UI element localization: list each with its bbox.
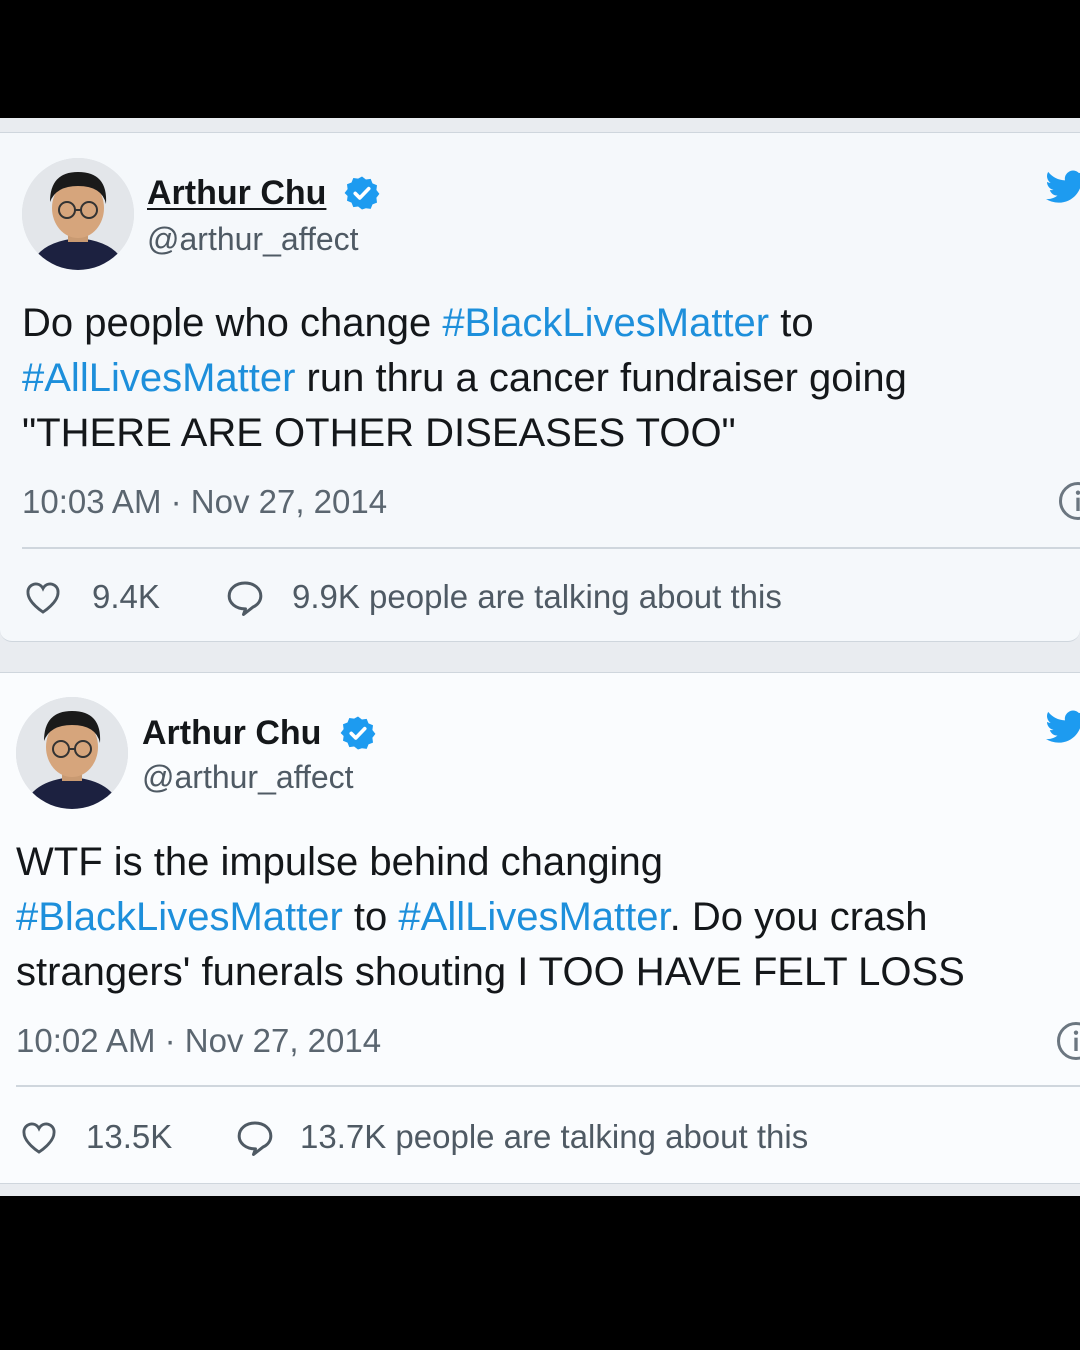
text-segment: strangers' funerals shouting I TOO HAVE …: [16, 950, 965, 994]
speech-bubble-icon[interactable]: [235, 1119, 275, 1157]
info-icon[interactable]: [1056, 1021, 1080, 1061]
text-segment: . Do you crash: [669, 895, 928, 939]
hashtag-link[interactable]: #AllLivesMatter: [22, 356, 295, 400]
hashtag-link[interactable]: #BlackLivesMatter: [442, 301, 769, 345]
text-segment: WTF is the impulse behind changing: [16, 840, 663, 884]
hashtag-link[interactable]: #AllLivesMatter: [398, 895, 669, 939]
text-segment: run thru a cancer fundraiser going: [295, 356, 907, 400]
avatar[interactable]: [16, 697, 128, 809]
heart-icon[interactable]: [20, 1119, 58, 1155]
author-name[interactable]: Arthur Chu: [142, 713, 321, 753]
talking-count[interactable]: 13.7K people are talking about this: [300, 1117, 808, 1157]
verified-badge-icon: [344, 176, 380, 210]
info-icon[interactable]: [1058, 481, 1080, 521]
tweet-text: WTF is the impulse behind changing #Blac…: [16, 835, 965, 1000]
verified-badge-icon: [340, 716, 376, 750]
heart-icon[interactable]: [24, 579, 62, 615]
text-segment: "THERE ARE OTHER DISEASES TOO": [22, 411, 736, 455]
tweet-timestamp[interactable]: 10:03 AM · Nov 27, 2014: [22, 482, 387, 522]
tweet-text: Do people who change #BlackLivesMatter t…: [22, 296, 907, 461]
tweet-timestamp[interactable]: 10:02 AM · Nov 27, 2014: [16, 1021, 381, 1061]
author-name[interactable]: Arthur Chu: [147, 173, 326, 213]
twitter-bird-icon[interactable]: [1046, 169, 1080, 205]
hashtag-link[interactable]: #BlackLivesMatter: [16, 895, 343, 939]
text-segment: to: [769, 301, 814, 345]
text-segment: Do people who change: [22, 301, 443, 345]
tweet-card-1[interactable]: Arthur Chu @arthur_affect Do people who …: [0, 132, 1080, 642]
like-count[interactable]: 9.4K: [92, 577, 160, 617]
divider: [16, 1085, 1080, 1087]
talking-count[interactable]: 9.9K people are talking about this: [292, 577, 782, 617]
author-handle[interactable]: @arthur_affect: [142, 757, 354, 797]
text-segment: to: [342, 895, 399, 939]
divider: [22, 547, 1080, 549]
avatar[interactable]: [22, 158, 134, 270]
tweet-card-2[interactable]: Arthur Chu @arthur_affect WTF is the imp…: [0, 672, 1080, 1184]
author-handle[interactable]: @arthur_affect: [147, 219, 359, 259]
like-count[interactable]: 13.5K: [86, 1117, 172, 1157]
twitter-bird-icon[interactable]: [1046, 709, 1080, 745]
speech-bubble-icon[interactable]: [225, 579, 265, 617]
